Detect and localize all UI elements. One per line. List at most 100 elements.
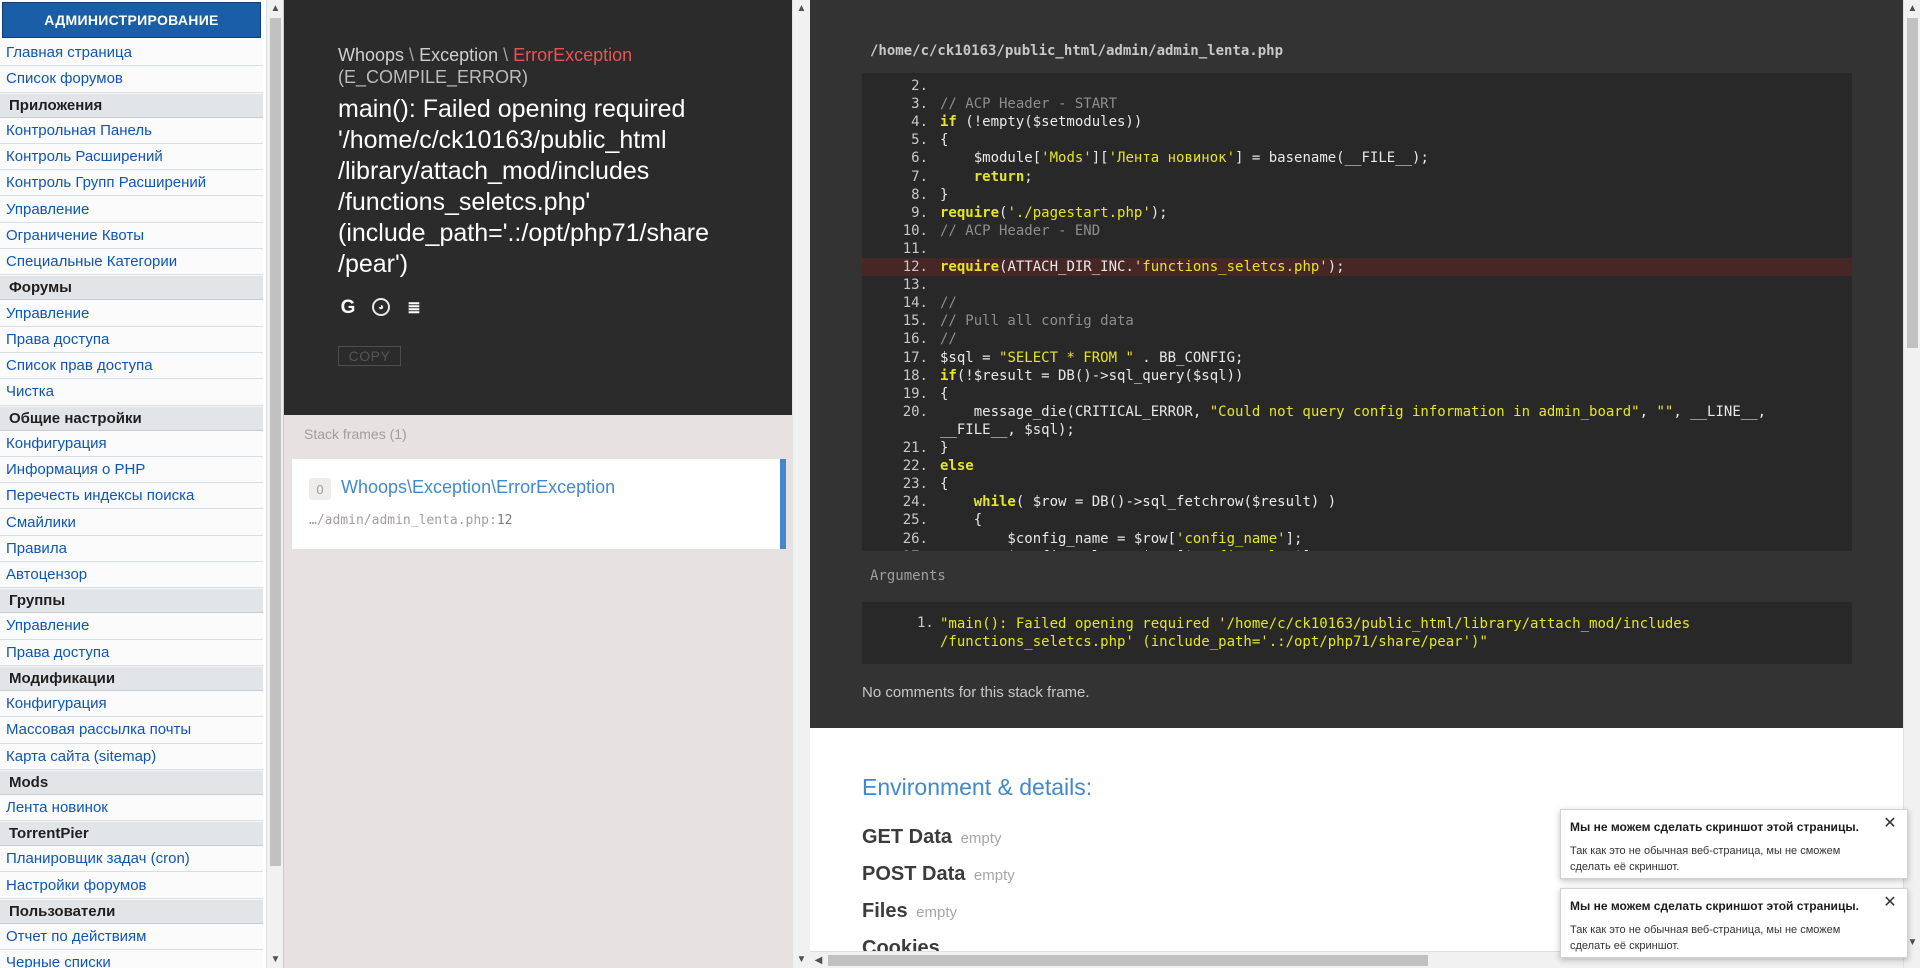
sidebar-item[interactable]: Список прав доступа <box>0 352 263 380</box>
search-links: G ◕ ≣ <box>338 297 424 318</box>
line-code: while( $row = DB()->sql_fetchrow($result… <box>973 494 1337 511</box>
line-code: require('./pagestart.php'); <box>940 204 1168 221</box>
sidebar-item[interactable]: Управление <box>0 613 263 640</box>
sidebar-item[interactable]: Отчет по действиям <box>0 923 263 951</box>
notification-body: Так как это не обычная веб-страница, мы … <box>1570 924 1841 952</box>
sidebar-item[interactable]: Правила <box>0 535 263 563</box>
sidebar-item[interactable]: Лента новинок <box>0 794 263 822</box>
line-number: 10. <box>902 222 928 239</box>
sidebar-item[interactable]: Настройки форумов <box>0 872 263 899</box>
sidebar-item[interactable]: Черные списки <box>0 950 263 968</box>
sidebar-item[interactable]: Карта сайта (sitemap) <box>0 743 263 770</box>
sidebar-item[interactable]: Перечесть индексы поиска <box>0 483 263 510</box>
code-line: 10. // ACP Header - END <box>862 222 1852 240</box>
line-code: // <box>940 295 957 312</box>
sidebar-item[interactable]: Список форумов <box>0 66 263 93</box>
frame-scrollbar[interactable]: ▲ ▼ <box>792 0 810 968</box>
line-number: 3. <box>911 96 928 113</box>
copy-button[interactable]: COPY <box>338 346 401 366</box>
sidebar-item[interactable]: Конфигурация <box>0 690 263 718</box>
sidebar-item[interactable]: Специальные Категории <box>0 249 263 276</box>
scroll-down-icon[interactable]: ▼ <box>267 951 283 968</box>
scroll-up-icon[interactable]: ▲ <box>1904 0 1920 17</box>
code-line: 2. <box>862 77 1852 95</box>
notification-body: Так как это не обычная веб-страница, мы … <box>1570 845 1841 873</box>
sidebar-item[interactable]: Контроль Расширений <box>0 143 263 171</box>
code-viewer[interactable]: 2. 3. // ACP Header - START 4. if (!empty($s… <box>862 73 1852 551</box>
whoops-error-frame: Whoops \ Exception \ ErrorException (E_C… <box>284 0 810 968</box>
line-number: 21. <box>902 440 928 456</box>
sidebar-item[interactable]: Автоцензор <box>0 562 263 589</box>
line-number: 23. <box>902 476 928 493</box>
exception-message: main(): Failed opening required '/home/c… <box>338 95 710 278</box>
env-post-data: POST Data empty <box>862 863 1015 886</box>
code-line: 12. require(ATTACH_DIR_INC.'functions_sel… <box>862 258 1852 276</box>
line-code: require(ATTACH_DIR_INC.'functions_seletc… <box>940 259 1345 275</box>
arguments-box: 1. "main(): Failed opening required '/ho… <box>862 602 1852 664</box>
sidebar-scrollbar[interactable]: ▲ ▼ <box>266 0 283 968</box>
sidebar-item[interactable]: Контрольная Панель <box>0 117 263 144</box>
environment-title: Environment & details: <box>862 774 1093 800</box>
stackoverflow-search-icon[interactable]: ≣ <box>404 298 424 318</box>
google-search-icon[interactable]: G <box>338 297 358 318</box>
page-scroll-thumb[interactable] <box>1907 18 1918 348</box>
exception-namespace-exception: Exception <box>419 45 499 65</box>
env-get-data: GET Data empty <box>862 826 1001 849</box>
admin-menu: АДМИНИСТРИРОВАНИЕ Главная страница Список… <box>0 0 263 968</box>
line-code: } <box>940 186 949 203</box>
sidebar-item[interactable]: Смайлики <box>0 509 263 536</box>
line-number: 20. <box>902 403 928 420</box>
exception-header: Whoops \ Exception \ ErrorException (E_C… <box>284 0 792 415</box>
scroll-left-icon[interactable]: ◀ <box>810 952 827 968</box>
sidebar-item[interactable]: Ограничение Квоты <box>0 222 263 250</box>
line-number: 11. <box>902 240 928 257</box>
exception-title: Whoops \ Exception \ ErrorException <box>338 44 758 66</box>
sidebar-item[interactable]: Информация о PHP <box>0 456 263 484</box>
line-code: $sql = "SELECT * FROM " . BB_CONFIG; <box>940 349 1244 366</box>
line-number: 6. <box>911 150 928 167</box>
code-line: 23. { <box>862 475 1852 493</box>
code-line: 3. // ACP Header - START <box>862 95 1852 113</box>
code-line: __FILE__, $sql); <box>862 421 1852 439</box>
sidebar-item[interactable]: Планировщик задач (cron) <box>0 846 263 873</box>
sidebar-item[interactable]: Права доступа <box>0 639 263 666</box>
scroll-up-icon[interactable]: ▲ <box>793 0 810 17</box>
line-number: 24. <box>902 494 928 511</box>
line-code: { <box>940 385 949 402</box>
stack-frames-label: Stack frames (1) <box>304 426 407 442</box>
env-label: Files <box>862 900 908 922</box>
sidebar-item[interactable]: Главная страница <box>0 40 263 67</box>
sidebar-item[interactable]: Конфигурация <box>0 430 263 457</box>
sidebar-item[interactable]: Массовая рассылка почты <box>0 717 263 744</box>
horizontal-scroll-thumb[interactable] <box>828 955 1428 966</box>
stack-frame-item[interactable]: 0 Whoops\Exception\ErrorException …/admi… <box>292 459 786 549</box>
code-line: 16. // <box>862 330 1852 348</box>
sidebar-item[interactable]: Управление <box>0 300 263 327</box>
line-code: // ACP Header - START <box>940 96 1118 113</box>
frame-index: 0 <box>309 478 331 500</box>
code-line: 24. while( $row = DB()->sql_fetchrow($re… <box>862 493 1852 511</box>
line-number: 12. <box>902 259 928 275</box>
line-code: else <box>940 458 974 475</box>
line-number: 4. <box>911 114 928 131</box>
code-line: 4. if (!empty($setmodules)) <box>862 113 1852 131</box>
line-number: 19. <box>902 385 928 402</box>
sidebar-item[interactable]: Контроль Групп Расширений <box>0 170 263 197</box>
sidebar-item[interactable]: Управление <box>0 196 263 223</box>
arguments-label: Arguments <box>870 568 946 584</box>
line-number: 13. <box>902 277 928 294</box>
line-number: 27. <box>862 548 928 551</box>
sidebar-item[interactable]: Права доступа <box>0 326 263 353</box>
scroll-up-icon[interactable]: ▲ <box>267 0 283 17</box>
exception-panel: Whoops \ Exception \ ErrorException (E_C… <box>284 0 792 968</box>
duckduckgo-search-icon[interactable]: ◕ <box>372 298 390 316</box>
sidebar-scroll-thumb[interactable] <box>270 18 281 866</box>
frame-line-number: 12 <box>496 513 513 528</box>
sidebar-item[interactable]: Чистка <box>0 379 263 406</box>
code-line: 8.} <box>862 186 1852 204</box>
close-icon[interactable]: ✕ <box>1882 894 1898 911</box>
scroll-down-icon[interactable]: ▼ <box>793 951 810 968</box>
line-number: 8. <box>911 186 928 203</box>
close-icon[interactable]: ✕ <box>1882 815 1898 832</box>
code-line: 5. { <box>862 131 1852 149</box>
